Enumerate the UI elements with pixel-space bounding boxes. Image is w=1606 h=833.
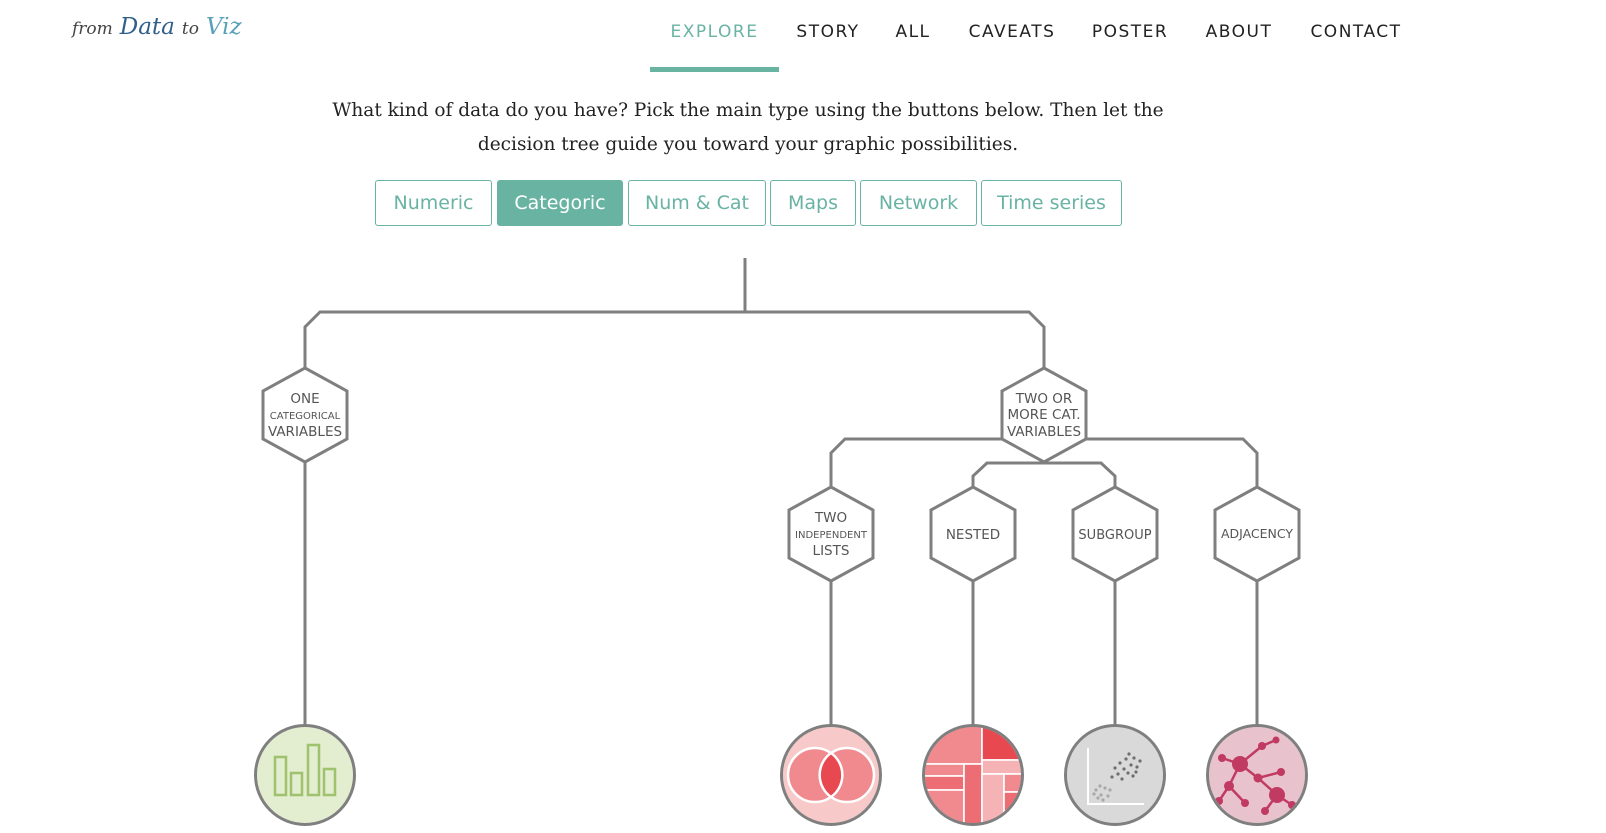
node-nested[interactable]: NESTED — [929, 485, 1017, 583]
two-cat-line-1: TWO OR — [1015, 391, 1073, 407]
one-cat-line-3: VARIABLES — [268, 424, 342, 440]
subgroup-label: SUBGROUP — [1078, 528, 1151, 543]
adjacency-label: ADJACENCY — [1221, 526, 1293, 541]
two-lists-line-3: LISTS — [813, 543, 850, 559]
two-cat-line-2: MORE CAT. — [1007, 407, 1080, 423]
treemap-thumbnail[interactable] — [920, 722, 1027, 830]
decision-tree: ONE CATEGORICAL VARIABLES TWO OR MORE CA… — [254, 258, 1308, 830]
venn-thumbnail[interactable] — [780, 724, 882, 826]
node-two-independent-lists[interactable]: TWO INDEPENDENT LISTS — [787, 485, 875, 583]
node-two-or-more-cat[interactable]: TWO OR MORE CAT. VARIABLES — [1000, 366, 1088, 464]
one-cat-line-2: CATEGORICAL — [270, 411, 341, 422]
two-lists-line-1: TWO — [814, 510, 847, 526]
network-thumbnail[interactable] — [1206, 724, 1308, 826]
scatter-thumbnail[interactable] — [1064, 724, 1166, 826]
two-lists-line-2: INDEPENDENT — [795, 530, 868, 541]
node-subgroup[interactable]: SUBGROUP — [1071, 485, 1159, 583]
node-adjacency[interactable]: ADJACENCY — [1213, 485, 1301, 583]
treemap-icon — [925, 727, 1021, 823]
nested-label: NESTED — [946, 527, 1000, 543]
venn-icon — [786, 746, 876, 804]
node-one-categorical[interactable]: ONE CATEGORICAL VARIABLES — [261, 366, 349, 464]
barplot-thumbnail[interactable] — [254, 724, 356, 826]
one-cat-line-1: ONE — [290, 391, 319, 407]
two-cat-line-3: VARIABLES — [1007, 424, 1081, 440]
